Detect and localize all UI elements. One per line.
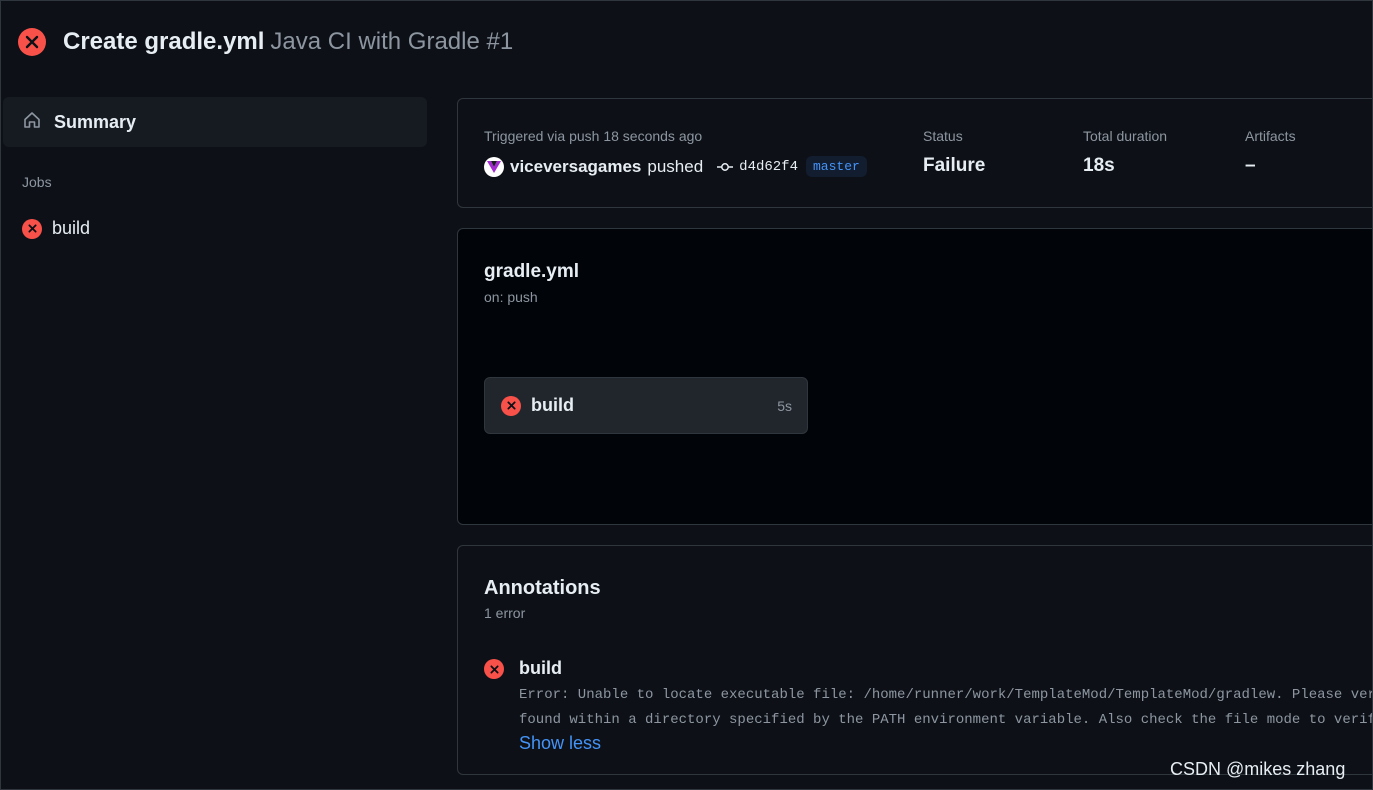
watermark-text: CSDN @mikes zhang xyxy=(1170,759,1346,779)
job-node-build[interactable]: build 5s xyxy=(484,377,808,434)
workflow-run-page: Create gradle.yml Java CI with Gradle #1 … xyxy=(0,0,1373,790)
annotations-title: Annotations xyxy=(484,577,601,599)
workflow-trigger: on: push xyxy=(484,289,538,305)
sidebar-job-label: build xyxy=(52,218,91,238)
annotation-job-link[interactable]: build xyxy=(519,658,562,679)
status-label: Status xyxy=(923,128,963,144)
run-title: Create gradle.yml xyxy=(63,28,265,55)
workflow-file-name: gradle.yml xyxy=(484,261,580,282)
job-node-label: build xyxy=(531,395,574,415)
annotations-count: 1 error xyxy=(484,605,526,621)
annotations-card: Annotations 1 error build Error: Unable … xyxy=(457,545,1372,775)
job-node-duration: 5s xyxy=(777,397,792,414)
annotation-message-line: found within a directory specified by th… xyxy=(519,712,1372,728)
sidebar-item-summary[interactable]: Summary xyxy=(3,97,427,147)
actor-link[interactable]: viceversagames xyxy=(510,157,641,177)
workflow-run-name[interactable]: Java CI with Gradle #1 xyxy=(270,28,513,55)
jobs-heading: Jobs xyxy=(22,174,52,190)
duration-label: Total duration xyxy=(1083,128,1168,144)
sidebar: Summary Jobs build xyxy=(1,97,427,239)
sidebar-item-build[interactable]: build xyxy=(22,218,427,239)
duration-stat: Total duration 18s xyxy=(1083,128,1167,177)
workflow-graph-card: gradle.yml on: push build 5s xyxy=(457,228,1372,525)
avatar[interactable] xyxy=(484,156,504,177)
home-icon xyxy=(22,110,42,135)
duration-value: 18s xyxy=(1083,155,1115,176)
x-circle-icon xyxy=(22,218,42,239)
annotation-message-line: Error: Unable to locate executable file:… xyxy=(519,687,1372,703)
git-commit-icon xyxy=(717,162,734,172)
action-text: pushed xyxy=(647,156,704,176)
commit-sha-link[interactable]: d4d62f4 xyxy=(739,159,798,175)
branch-badge[interactable]: master xyxy=(805,156,867,177)
trigger-details: viceversagames pushed d4d62f4 master xyxy=(484,156,867,177)
sidebar-item-label: Summary xyxy=(54,111,137,132)
artifacts-label: Artifacts xyxy=(1245,128,1296,144)
artifacts-value: – xyxy=(1245,155,1256,176)
page-title: Create gradle.yml Java CI with Gradle #1 xyxy=(63,28,513,56)
artifacts-stat: Artifacts – xyxy=(1245,128,1296,177)
x-circle-icon xyxy=(484,659,504,679)
trigger-text: Triggered via push 18 seconds ago xyxy=(484,128,703,144)
status-stat: Status Failure xyxy=(923,128,985,177)
x-circle-icon xyxy=(501,395,521,416)
run-summary-card: Triggered via push 18 seconds ago viceve… xyxy=(457,98,1372,208)
annotation-message: Error: Unable to locate executable file:… xyxy=(519,683,1372,733)
status-value: Failure xyxy=(923,155,986,176)
show-less-link[interactable]: Show less xyxy=(519,733,601,754)
x-circle-icon xyxy=(18,28,46,56)
run-header: Create gradle.yml Java CI with Gradle #1 xyxy=(18,28,513,56)
